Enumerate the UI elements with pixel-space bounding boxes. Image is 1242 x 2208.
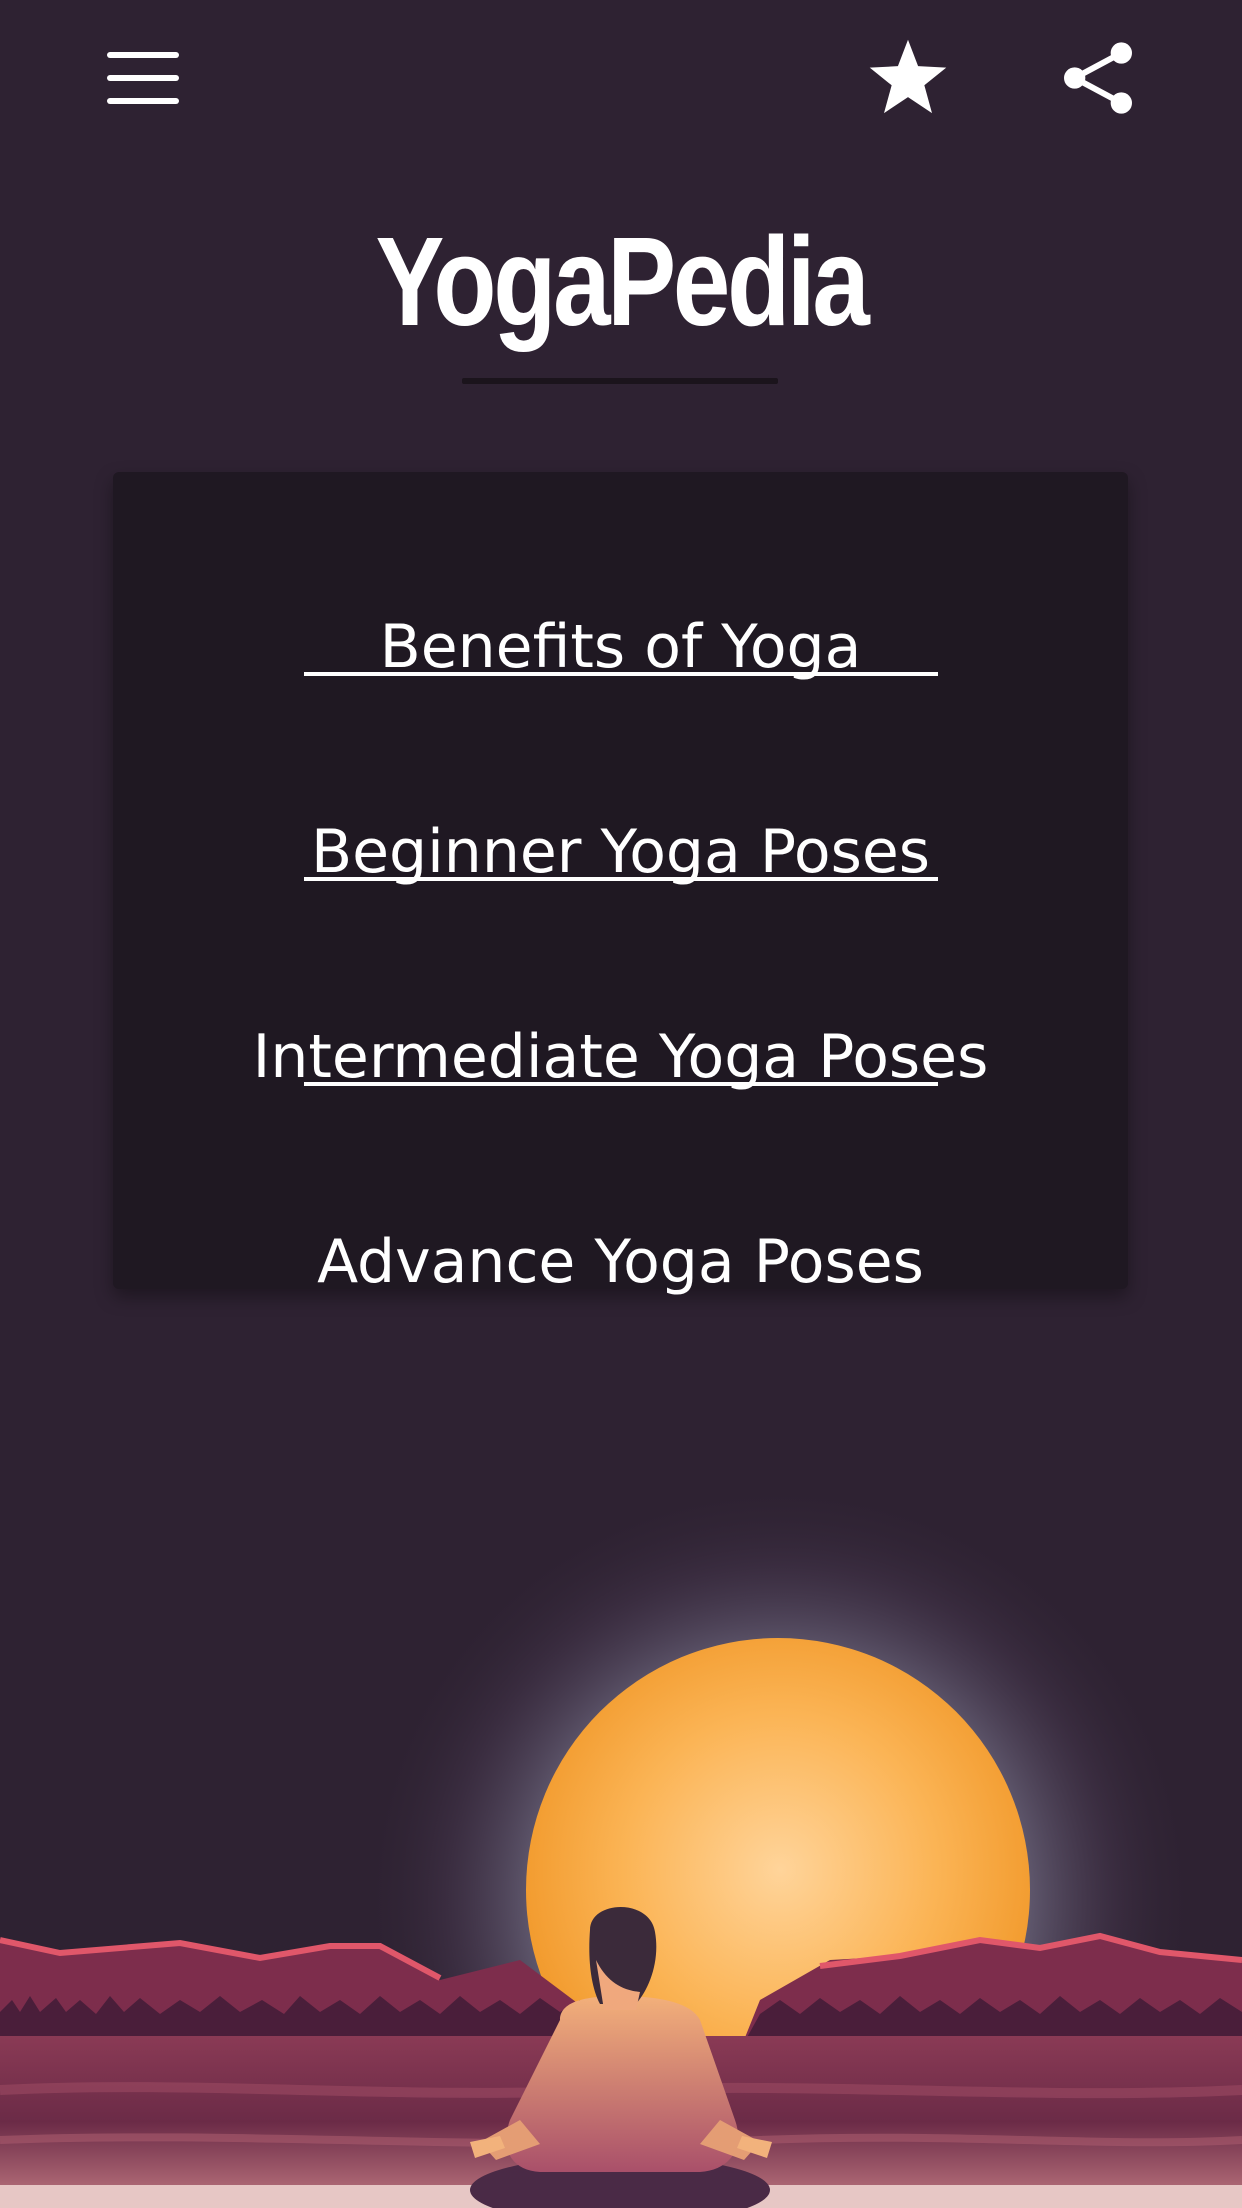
menu-item-label: Advance Yoga Poses bbox=[317, 1227, 924, 1297]
menu-item-beginner-yoga-poses[interactable]: Beginner Yoga Poses bbox=[113, 782, 1128, 922]
app-title: YogaPedia bbox=[375, 211, 869, 352]
app-screen: YogaPedia Benefits of Yoga Beginner Yoga… bbox=[0, 0, 1242, 2208]
divider bbox=[304, 672, 938, 676]
hamburger-menu-icon bbox=[107, 52, 179, 104]
star-icon bbox=[869, 39, 947, 114]
meditation-sunset-illustration bbox=[0, 1400, 1242, 2208]
top-toolbar bbox=[0, 0, 1242, 160]
menu-button[interactable] bbox=[95, 30, 191, 126]
category-menu-card: Benefits of Yoga Beginner Yoga Poses Int… bbox=[113, 472, 1128, 1297]
share-button[interactable] bbox=[1050, 30, 1146, 126]
divider bbox=[304, 877, 938, 881]
menu-item-benefits-of-yoga[interactable]: Benefits of Yoga bbox=[113, 577, 1128, 717]
menu-item-advance-yoga-poses[interactable]: Advance Yoga Poses bbox=[113, 1192, 1128, 1332]
divider bbox=[304, 1082, 938, 1086]
title-underline bbox=[462, 378, 778, 384]
share-icon bbox=[1064, 42, 1132, 114]
menu-item-intermediate-yoga-poses[interactable]: Intermediate Yoga Poses bbox=[113, 987, 1128, 1127]
favorite-button[interactable] bbox=[860, 30, 956, 126]
